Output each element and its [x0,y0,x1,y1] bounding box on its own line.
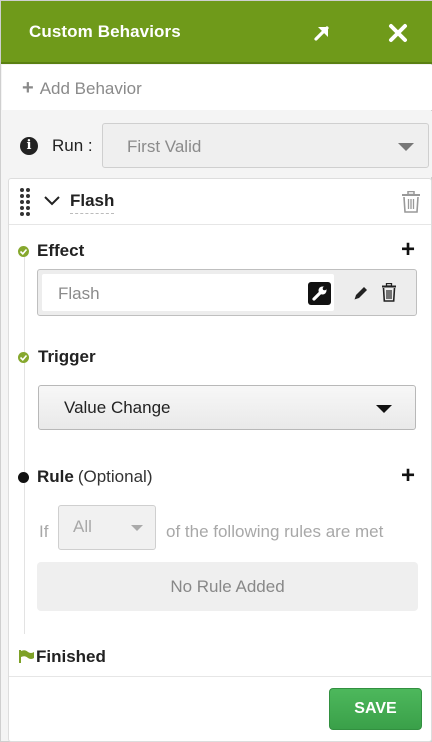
run-mode-value: First Valid [127,137,202,156]
add-rule-icon[interactable]: + [401,464,415,488]
wrench-icon[interactable] [308,282,331,305]
behavior-name[interactable]: Flash [70,191,115,214]
divider [9,676,431,677]
save-button[interactable]: SAVE [329,688,422,730]
close-icon[interactable] [386,21,410,45]
no-rule-placeholder: No Rule Added [37,562,418,611]
effect-field[interactable]: Flash [42,274,334,311]
effect-title: Effect [37,241,85,260]
check-circle-icon [18,352,29,363]
finished-label: Finished [36,647,106,666]
check-circle-icon [18,246,29,257]
trigger-title: Trigger [38,347,96,366]
panel-header: Custom Behaviors [1,1,432,64]
trigger-value: Value Change [64,398,171,417]
custom-behaviors-panel: Custom Behaviors + Add Behavior i Run : F… [0,0,432,742]
pencil-icon[interactable] [352,284,370,302]
effect-value: Flash [58,284,100,303]
rule-match-select[interactable]: All [58,505,156,550]
info-icon[interactable]: i [20,137,38,155]
add-behavior-link[interactable]: + Add Behavior [22,77,142,100]
rule-match-value: All [73,517,92,536]
run-row: i Run : First Valid [1,111,432,177]
timeline-line [24,249,25,634]
run-label: Run : [52,136,93,155]
trash-icon[interactable] [401,190,421,213]
chevron-down-icon[interactable] [43,193,61,209]
add-effect-icon[interactable]: + [401,238,415,262]
caret-down-icon [398,143,414,151]
rule-title: Rule (Optional) [37,467,152,487]
rule-optional-label: (Optional) [77,467,153,486]
add-behavior-row: + Add Behavior [2,65,432,110]
rule-suffix-label: of the following rules are met [166,522,384,541]
drag-handle-icon[interactable] [20,188,32,218]
trigger-select[interactable]: Value Change [38,385,416,430]
rule-status-dot [18,472,29,483]
expand-arrow-icon[interactable] [310,21,334,45]
effect-item: Flash [37,269,417,316]
behavior-card-header: Flash [9,179,431,225]
run-mode-select[interactable]: First Valid [102,123,429,168]
panel-title: Custom Behaviors [29,22,181,41]
rule-if-label: If [39,522,49,541]
caret-down-icon [131,525,143,531]
plus-icon: + [22,77,34,99]
trash-icon[interactable] [381,282,397,302]
behavior-card: Flash Effect + Flash Trigger Value Chang… [8,178,432,742]
caret-down-icon [376,405,392,413]
rule-title-label: Rule [37,467,74,486]
add-behavior-label: Add Behavior [39,79,142,98]
flag-icon [19,650,35,663]
